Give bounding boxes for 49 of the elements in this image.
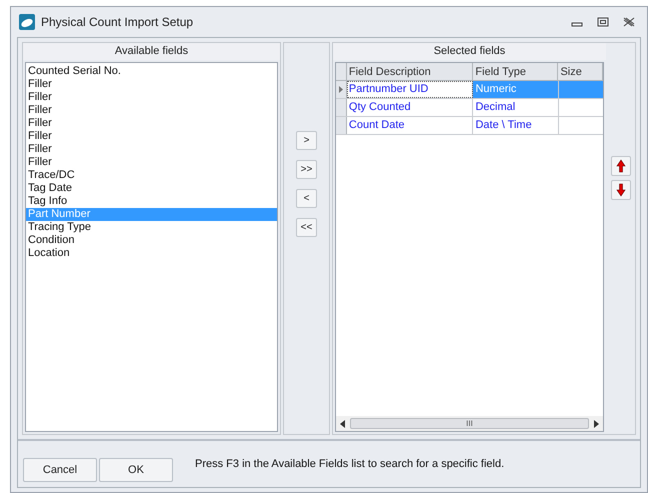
close-icon[interactable] — [623, 17, 635, 27]
transfer-button[interactable]: >> — [296, 160, 317, 179]
column-header[interactable]: Field Type — [473, 63, 558, 80]
panel-header: Available fields — [23, 43, 280, 60]
table-cell: Qty Counted — [346, 99, 474, 116]
list-item[interactable]: Filler — [26, 104, 277, 117]
selected-fields-grid[interactable]: Field Description Field Type Size Partnumber UID Numeric Qty Counted Decimal Count Date Date \ Time III — [335, 62, 604, 432]
list-item[interactable]: Counted Serial No. — [26, 65, 277, 78]
table-cell: Partnumber UID — [346, 81, 474, 98]
list-item[interactable]: Filler — [26, 91, 277, 104]
window-title: Physical Count Import Setup — [41, 14, 194, 31]
list-item[interactable]: Tracing Type — [26, 221, 277, 234]
list-item[interactable]: Filler — [26, 78, 277, 91]
list-item[interactable]: Tag Info — [26, 195, 277, 208]
dialog-button[interactable]: Cancel — [23, 458, 97, 482]
panel-header: Selected fields — [333, 43, 606, 60]
current-row-icon — [338, 86, 343, 93]
table-cell: Count Date — [346, 117, 474, 134]
scrollbar-thumb[interactable]: III — [350, 418, 589, 429]
row-header[interactable] — [336, 81, 347, 98]
list-item[interactable]: Tag Date — [26, 182, 277, 195]
table-cell — [558, 81, 604, 98]
list-item[interactable]: Filler — [26, 143, 277, 156]
table-cell: Date \ Time — [473, 117, 559, 134]
column-header[interactable]: Size — [558, 63, 603, 80]
scroll-right-icon[interactable] — [591, 418, 601, 428]
transfer-button[interactable]: < — [296, 189, 317, 208]
transfer-button[interactable]: << — [296, 218, 317, 237]
maximize-icon[interactable] — [597, 17, 609, 27]
dialog-button[interactable]: OK — [99, 458, 173, 482]
up-arrow-icon — [616, 159, 626, 173]
available-fields-list[interactable]: Counted Serial No. Filler Filler Filler Filler Filler Filler Filler Trace/DC Tag Date Tag Info Part Number Tracing Type Condition Location — [25, 62, 278, 432]
scroll-left-icon[interactable] — [338, 418, 348, 428]
table-cell: Numeric — [473, 81, 559, 98]
list-item[interactable]: Filler — [26, 117, 277, 130]
column-header[interactable]: Field Description — [346, 63, 474, 80]
list-item[interactable]: Trace/DC — [26, 169, 277, 182]
app-icon — [19, 14, 35, 30]
hint-text: Press F3 in the Available Fields list to search for a specific field. — [195, 457, 504, 472]
down-arrow-icon — [616, 183, 626, 197]
list-item[interactable]: Filler — [26, 130, 277, 143]
list-item[interactable]: Location — [26, 247, 277, 260]
horizontal-scrollbar[interactable]: III — [336, 416, 603, 431]
list-item[interactable]: Filler — [26, 156, 277, 169]
table-cell: Decimal — [473, 99, 559, 116]
move-up-button[interactable] — [610, 156, 630, 176]
list-item[interactable]: Condition — [26, 234, 277, 247]
move-down-button[interactable] — [610, 180, 630, 200]
transfer-button[interactable]: > — [296, 131, 317, 150]
